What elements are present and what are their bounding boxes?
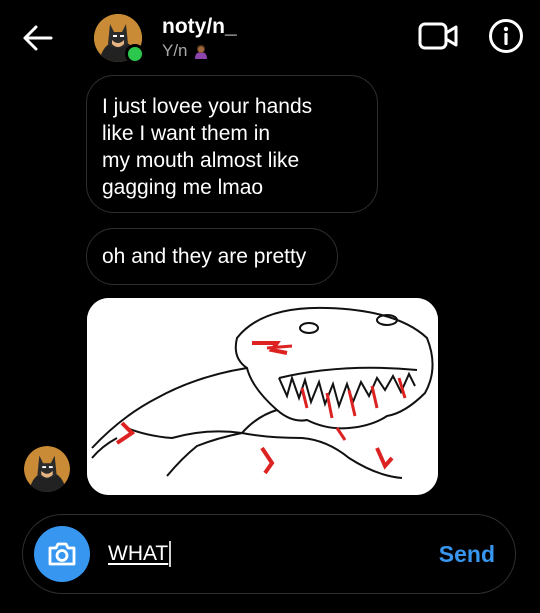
contact-subtitle: Y/n — [162, 41, 188, 60]
contact-title[interactable]: noty/n_ Y/n — [162, 14, 237, 62]
camera-icon — [48, 542, 76, 566]
message-line: like I want them in — [102, 122, 271, 145]
camera-button[interactable] — [34, 526, 90, 582]
info-icon — [489, 19, 523, 53]
info-button[interactable] — [488, 18, 524, 54]
send-button[interactable]: Send — [439, 539, 495, 569]
text-caret — [169, 541, 172, 567]
person-emoji-icon — [194, 45, 207, 59]
sender-avatar[interactable] — [24, 446, 70, 492]
online-status-dot — [125, 44, 145, 64]
message-composer: WHAT Send — [22, 514, 516, 594]
message-line: gagging me lmao — [102, 176, 264, 199]
message-bubble[interactable]: oh and they are pretty — [86, 228, 338, 285]
message-line: oh and they are pretty — [102, 245, 307, 268]
message-input[interactable]: WHAT — [108, 539, 408, 569]
chat-screen: noty/n_ Y/n I just lovee your hands like… — [0, 0, 540, 613]
chat-header: noty/n_ Y/n — [0, 0, 540, 78]
drawing-image — [87, 298, 438, 495]
video-call-button[interactable] — [418, 20, 460, 52]
contact-avatar-button[interactable] — [94, 14, 145, 64]
message-line: my mouth almost like — [102, 149, 300, 172]
message-input-value: WHAT — [108, 542, 169, 565]
message-line: I just lovee your hands — [102, 95, 313, 118]
contact-subtitle-row: Y/n — [162, 40, 237, 62]
contact-name: noty/n_ — [162, 15, 237, 38]
message-bubble[interactable]: I just lovee your hands like I want them… — [86, 75, 378, 213]
image-message[interactable] — [87, 298, 438, 495]
video-camera-icon — [418, 22, 458, 50]
arrow-left-icon — [23, 25, 53, 51]
back-button[interactable] — [20, 20, 56, 56]
avatar — [24, 446, 70, 492]
